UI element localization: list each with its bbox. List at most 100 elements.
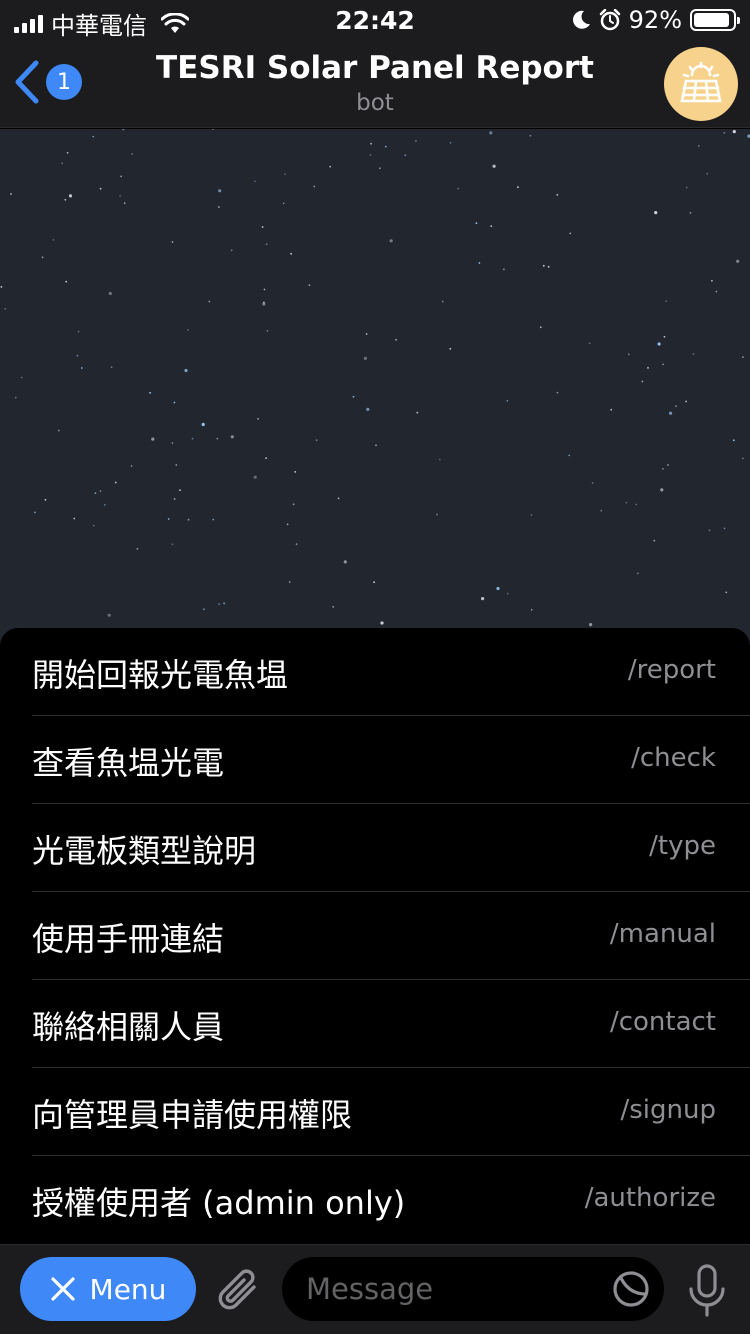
star — [119, 194, 121, 197]
star — [736, 259, 740, 263]
command-item-type[interactable]: 光電板類型說明 /type — [32, 804, 750, 892]
star — [64, 198, 67, 201]
chat-subtitle: bot — [356, 90, 394, 116]
star — [530, 514, 533, 516]
moon-icon — [572, 10, 590, 29]
star — [73, 517, 76, 520]
star — [490, 225, 493, 227]
star — [384, 145, 387, 148]
star — [547, 265, 550, 268]
battery-icon — [690, 9, 740, 31]
star — [0, 286, 3, 288]
chat-title[interactable]: TESRI Solar Panel Report — [0, 50, 750, 86]
command-item-authorize[interactable]: 授權使用者 (admin only) /authorize — [32, 1156, 750, 1244]
star — [591, 482, 594, 484]
star — [715, 290, 718, 293]
command-label: 使用手冊連結 — [32, 920, 225, 958]
star — [627, 353, 630, 356]
command-item-signup[interactable]: 向管理員申請使用權限 /signup — [32, 1068, 750, 1156]
message-input[interactable]: Message — [282, 1257, 664, 1321]
star — [263, 301, 265, 304]
star — [218, 189, 222, 193]
star — [375, 444, 377, 447]
bot-command-menu: 開始回報光電魚塭 /report 查看魚塭光電 /check 光電板類型說明 /… — [0, 628, 750, 1244]
star — [107, 613, 111, 617]
star — [171, 241, 174, 243]
star — [732, 439, 735, 442]
star — [10, 193, 12, 195]
status-right: 92% — [571, 6, 740, 34]
star — [123, 202, 126, 205]
star — [742, 457, 744, 460]
star — [99, 490, 102, 492]
star — [416, 411, 419, 414]
star — [120, 175, 122, 178]
star — [266, 330, 269, 332]
star — [34, 511, 36, 514]
star — [110, 366, 113, 369]
star — [725, 591, 728, 594]
star — [660, 488, 664, 492]
star — [556, 194, 559, 196]
star — [329, 165, 332, 168]
star — [436, 513, 438, 516]
star — [254, 180, 256, 183]
command-text: /signup — [620, 1095, 717, 1125]
star — [167, 518, 170, 520]
star — [288, 581, 291, 583]
star — [292, 503, 295, 506]
microphone-icon[interactable] — [686, 1263, 728, 1319]
star — [636, 572, 639, 575]
star — [457, 187, 460, 190]
command-item-check[interactable]: 查看魚塭光電 /check — [32, 716, 750, 804]
star — [662, 363, 664, 366]
star — [723, 132, 726, 134]
star — [366, 407, 370, 411]
star — [337, 497, 340, 500]
star — [171, 543, 174, 546]
star — [415, 140, 417, 142]
star — [131, 153, 134, 155]
star — [692, 353, 695, 355]
star — [265, 243, 268, 246]
star — [654, 211, 658, 215]
star — [295, 543, 298, 545]
star — [568, 454, 571, 457]
command-item-report[interactable]: 開始回報光電魚塭 /report — [32, 628, 750, 716]
command-item-manual[interactable]: 使用手冊連結 /manual — [32, 892, 750, 980]
star — [380, 621, 384, 625]
star — [184, 368, 188, 373]
star — [261, 226, 264, 228]
star — [475, 222, 478, 225]
star — [625, 501, 628, 504]
star — [208, 300, 211, 303]
star — [667, 464, 669, 466]
command-text: /contact — [609, 1007, 716, 1037]
avatar[interactable] — [664, 47, 738, 121]
star — [151, 437, 155, 441]
star — [44, 498, 47, 501]
message-input-bar: Menu Message — [0, 1244, 750, 1334]
star — [61, 162, 64, 165]
menu-button[interactable]: Menu — [20, 1257, 196, 1321]
star — [171, 442, 174, 444]
star — [589, 623, 593, 627]
star — [697, 145, 700, 147]
star — [438, 458, 441, 461]
sticker-icon[interactable] — [612, 1270, 650, 1308]
star — [610, 408, 613, 411]
star — [175, 464, 178, 466]
star — [530, 608, 533, 611]
star — [600, 509, 603, 512]
star — [52, 239, 55, 241]
attach-icon[interactable] — [216, 1265, 262, 1315]
command-text: /authorize — [584, 1183, 716, 1213]
star — [404, 154, 407, 157]
star — [92, 524, 95, 527]
star — [130, 465, 133, 467]
command-item-contact[interactable]: 聯絡相關人員 /contact — [32, 980, 750, 1068]
star — [68, 194, 73, 198]
star — [191, 437, 194, 440]
battery-fill — [694, 13, 729, 27]
star — [230, 435, 234, 439]
